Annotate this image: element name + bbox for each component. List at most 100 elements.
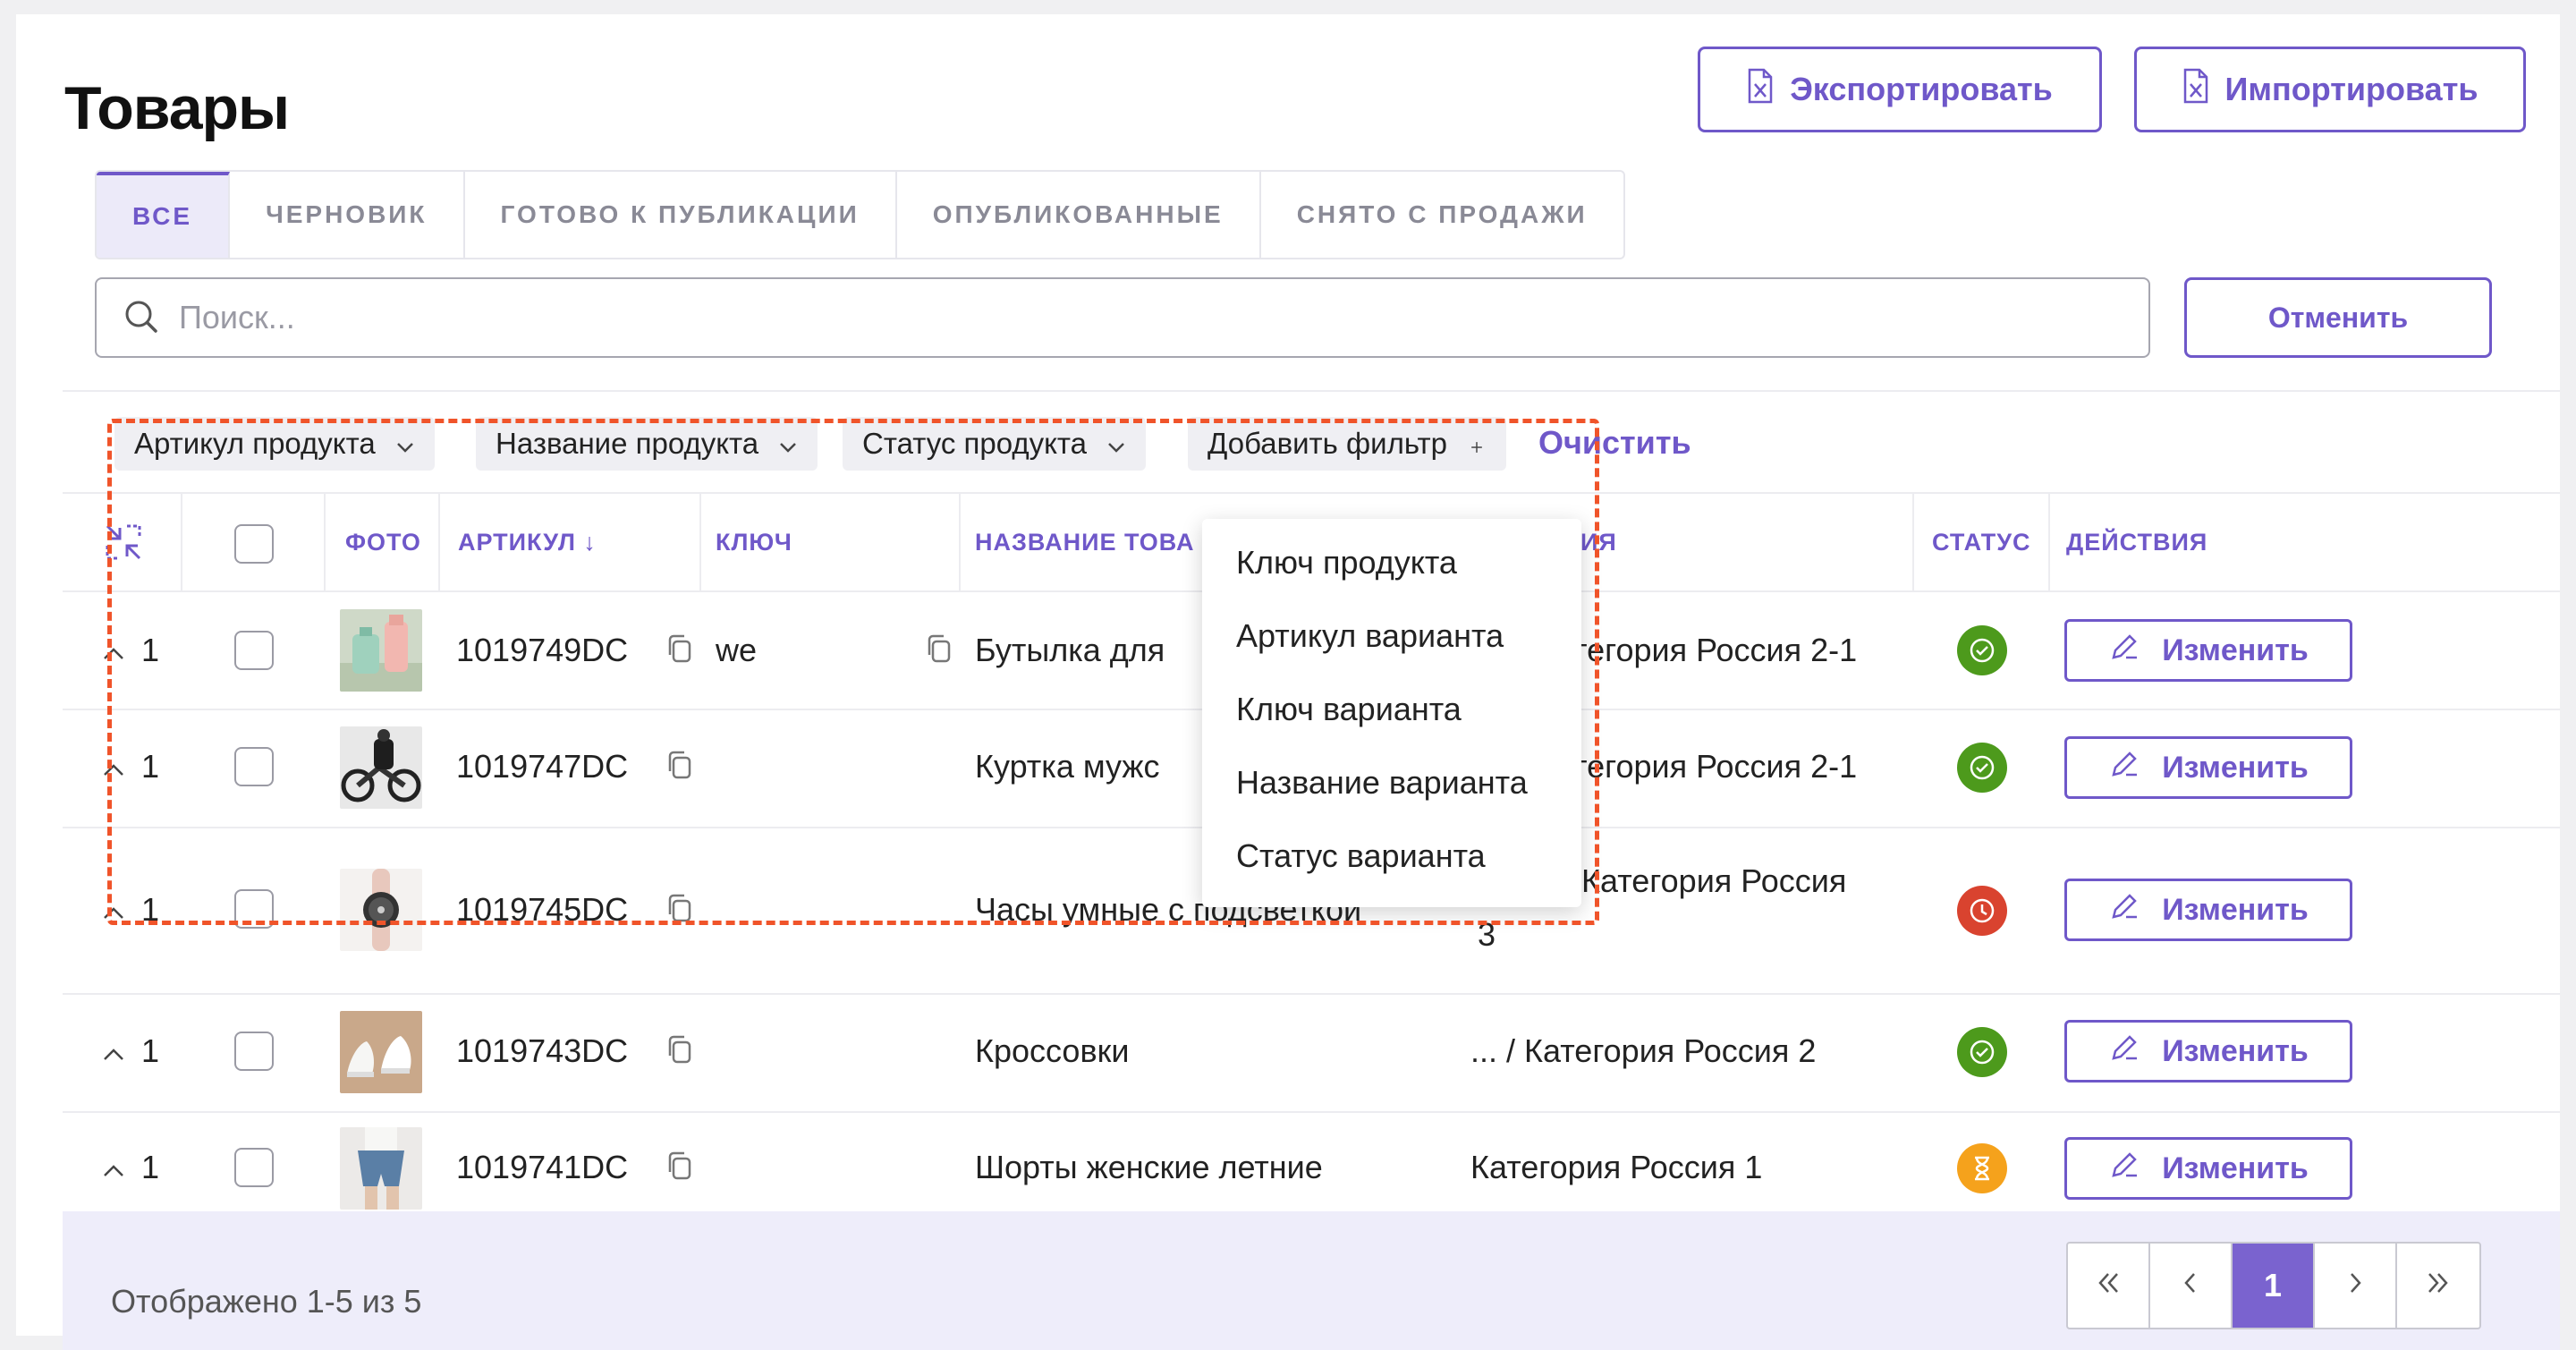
tab-draft[interactable]: ЧЕРНОВИК — [230, 172, 465, 258]
row-checkbox[interactable] — [234, 747, 274, 786]
copy-icon[interactable] — [665, 750, 692, 780]
search-box — [95, 277, 2150, 358]
filter-chip-label: Артикул продукта — [134, 427, 376, 460]
column-header-key[interactable]: КЛЮЧ — [716, 515, 792, 569]
chevron-left-icon — [2177, 1267, 2204, 1304]
cancel-button[interactable]: Отменить — [2184, 277, 2492, 358]
tab-all[interactable]: ВСЕ — [97, 172, 231, 258]
column-header-status[interactable]: СТАТУС — [1932, 515, 2031, 569]
copy-icon[interactable] — [665, 893, 692, 923]
page-number-button[interactable]: 1 — [2233, 1244, 2315, 1328]
expand-toggle[interactable]: 1 — [102, 632, 159, 669]
menu-item-variant-sku[interactable]: Артикул варианта — [1236, 617, 1504, 655]
chevron-up-icon — [102, 632, 125, 669]
column-separator — [1912, 494, 1914, 592]
copy-icon[interactable] — [925, 633, 952, 664]
menu-item-variant-status[interactable]: Статус варианта — [1236, 837, 1486, 875]
tab-unpublished[interactable]: СНЯТО С ПРОДАЖИ — [1261, 172, 1623, 258]
copy-icon[interactable] — [665, 1150, 692, 1181]
column-header-photo: ФОТО — [345, 528, 421, 556]
add-filter-label: Добавить фильтр — [1208, 427, 1447, 460]
status-tabs: ВСЕ ЧЕРНОВИК ГОТОВО К ПУБЛИКАЦИИ ОПУБЛИК… — [95, 170, 1625, 259]
pencil-icon — [2108, 890, 2140, 930]
chevron-up-icon — [102, 891, 125, 929]
export-label: Экспортировать — [1790, 71, 2053, 107]
filter-chip-sku[interactable]: Артикул продукта — [114, 417, 435, 471]
next-page-button[interactable] — [2315, 1244, 2397, 1328]
variant-count: 1 — [141, 1149, 160, 1185]
column-separator — [2048, 494, 2050, 592]
product-category: Категория Россия 1 — [1470, 1149, 1763, 1185]
column-header-sku[interactable]: АРТИКУЛ ↓ — [458, 515, 597, 569]
search-input[interactable] — [177, 298, 2059, 337]
tab-ready-to-publish[interactable]: ГОТОВО К ПУБЛИКАЦИИ — [465, 172, 897, 258]
select-all-checkbox[interactable] — [234, 524, 274, 564]
filter-chip-status[interactable]: Статус продукта — [843, 417, 1146, 471]
edit-button[interactable]: Изменить — [2064, 619, 2352, 682]
expand-toggle[interactable]: 1 — [102, 1032, 159, 1070]
product-category-continued: 3 — [1478, 916, 1496, 953]
previous-page-button[interactable] — [2150, 1244, 2233, 1328]
status-published-icon — [1957, 743, 2007, 793]
product-photo-bottle — [340, 609, 422, 692]
row-checkbox[interactable] — [234, 631, 274, 670]
expand-toggle[interactable]: 1 — [102, 1149, 159, 1186]
expand-toggle[interactable]: 1 — [102, 891, 159, 929]
export-button[interactable]: Экспортировать — [1698, 47, 2102, 132]
product-photo-watch — [340, 869, 422, 951]
excel-file-icon — [2182, 68, 2209, 112]
product-sku: 1019741DC — [456, 1149, 629, 1185]
edit-button[interactable]: Изменить — [2064, 736, 2352, 799]
excel-file-icon — [1747, 68, 1774, 112]
column-header-name[interactable]: НАЗВАНИЕ ТОВА — [975, 515, 1194, 569]
copy-icon[interactable] — [665, 633, 692, 664]
filter-chip-label: Статус продукта — [862, 427, 1087, 460]
row-checkbox[interactable] — [234, 889, 274, 929]
import-button[interactable]: Импортировать — [2134, 47, 2526, 132]
edit-label: Изменить — [2162, 750, 2309, 785]
row-checkbox[interactable] — [234, 1148, 274, 1187]
products-page: Товары Экспортировать Импортировать ВСЕ … — [16, 14, 2560, 1350]
pagination-summary: Отображено 1-5 из 5 — [111, 1283, 422, 1320]
add-filter-dropdown: Ключ продукта Артикул варианта Ключ вари… — [1202, 519, 1581, 907]
product-sku: 1019745DC — [456, 891, 629, 928]
chevron-up-icon — [102, 1032, 125, 1070]
row-checkbox[interactable] — [234, 1032, 274, 1071]
first-page-button[interactable] — [2068, 1244, 2150, 1328]
menu-item-product-key[interactable]: Ключ продукта — [1236, 544, 1457, 582]
expand-toggle[interactable]: 1 — [102, 748, 159, 785]
product-category: тегория Россия 2-1 — [1572, 748, 1858, 785]
product-category: / Категория Россия — [1563, 862, 1847, 899]
variant-count: 1 — [141, 1032, 160, 1069]
add-filter-button[interactable]: Добавить фильтр — [1188, 417, 1506, 471]
edit-button[interactable]: Изменить — [2064, 1137, 2352, 1200]
edit-button[interactable]: Изменить — [2064, 1020, 2352, 1083]
filter-chip-label: Название продукта — [496, 427, 759, 460]
product-category: ... / Категория Россия 2 — [1470, 1032, 1817, 1069]
collapse-all-icon[interactable] — [102, 515, 148, 569]
product-name: Кроссовки — [975, 1032, 1130, 1069]
column-separator — [181, 494, 182, 592]
product-name: Бутылка для — [975, 632, 1165, 668]
clear-filters-link[interactable]: Очистить — [1538, 424, 1691, 462]
variant-count: 1 — [141, 748, 160, 785]
last-page-button[interactable] — [2397, 1244, 2479, 1328]
product-sku: 1019747DC — [456, 748, 629, 785]
pencil-icon — [2108, 631, 2140, 671]
edit-label: Изменить — [2162, 1033, 2309, 1068]
filter-chip-name[interactable]: Название продукта — [476, 417, 818, 471]
plus-icon — [1467, 427, 1487, 461]
pagination: 1 — [2066, 1242, 2481, 1329]
menu-item-variant-name[interactable]: Название варианта — [1236, 764, 1528, 802]
pencil-icon — [2108, 748, 2140, 788]
search-icon — [122, 297, 159, 339]
copy-icon[interactable] — [665, 1034, 692, 1065]
tab-published[interactable]: ОПУБЛИКОВАННЫЕ — [897, 172, 1261, 258]
pencil-icon — [2108, 1149, 2140, 1189]
menu-item-variant-key[interactable]: Ключ варианта — [1236, 691, 1462, 728]
product-sku: 1019749DC — [456, 632, 629, 668]
edit-button[interactable]: Изменить — [2064, 879, 2352, 941]
divider — [63, 492, 2560, 494]
status-pending-hourglass-icon — [1957, 1143, 2007, 1193]
chevron-up-icon — [102, 748, 125, 785]
